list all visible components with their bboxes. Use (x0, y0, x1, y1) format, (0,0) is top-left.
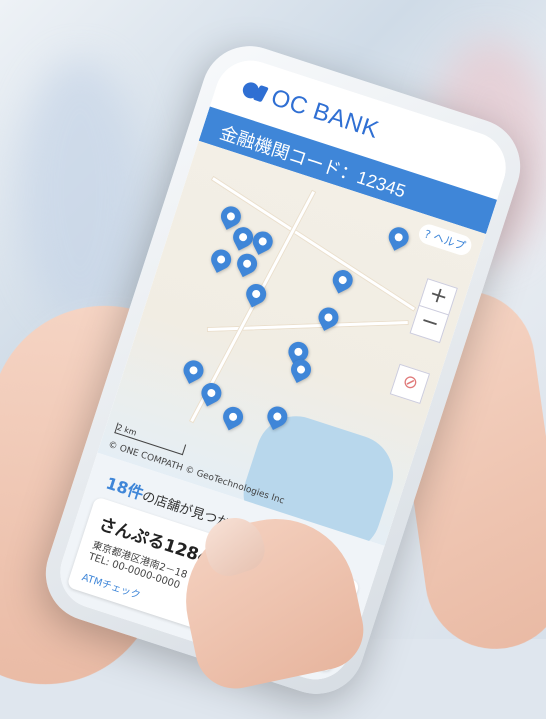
help-button[interactable]: ? ヘルプ (416, 221, 474, 258)
map-pin[interactable] (385, 223, 413, 251)
map-pin[interactable] (249, 227, 277, 255)
result-count-number: 18件 (103, 473, 146, 504)
background-blur (20, 60, 140, 320)
map-pin[interactable] (219, 403, 247, 431)
map-pin[interactable] (207, 246, 235, 273)
help-icon: ? (422, 227, 433, 242)
map-pin[interactable] (180, 356, 207, 384)
help-label: ヘルプ (431, 230, 468, 253)
map-pin[interactable] (233, 250, 261, 278)
scale-label: 2 km (115, 422, 138, 438)
location-off-icon[interactable]: ⊘ (389, 363, 431, 405)
map-pin[interactable] (217, 202, 245, 230)
